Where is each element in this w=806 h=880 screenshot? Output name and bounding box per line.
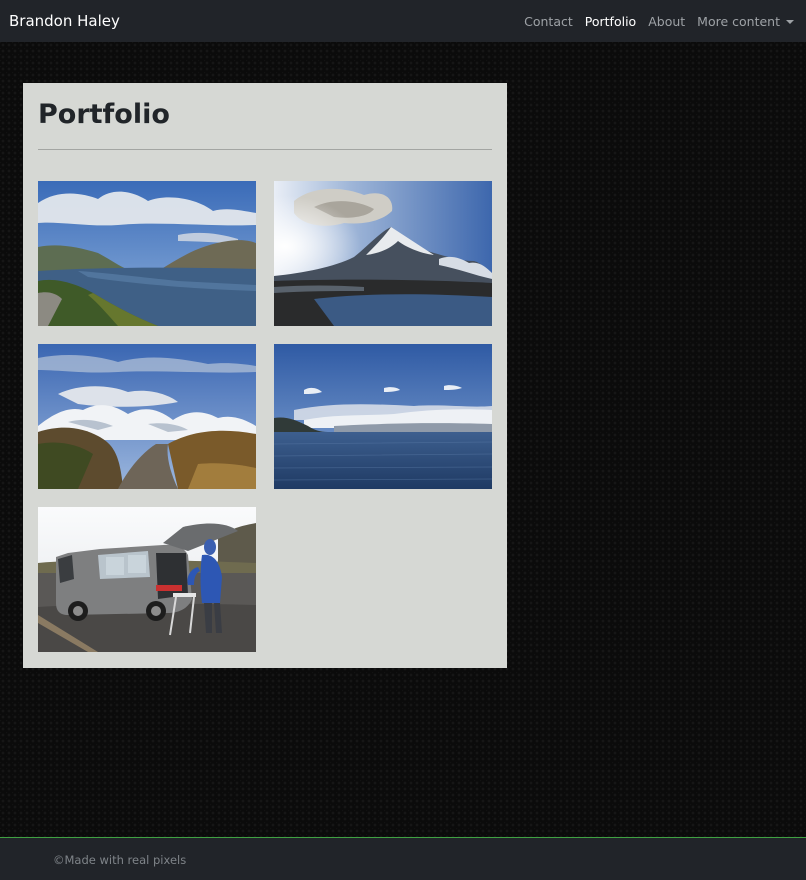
caret-down-icon — [786, 20, 794, 24]
photo-fjord-road[interactable] — [38, 181, 256, 326]
portfolio-panel: Portfolio — [23, 83, 507, 668]
nav-dropdown-more-content[interactable]: More content — [697, 14, 794, 29]
photo-pyramid-mountain[interactable] — [274, 181, 492, 326]
title-divider — [38, 149, 492, 150]
footer-text: ©Made with real pixels — [53, 853, 187, 867]
nav-link-portfolio[interactable]: Portfolio — [585, 14, 636, 29]
nav-dropdown-label: More content — [697, 14, 780, 29]
photo-camper-van-image — [38, 507, 256, 652]
brand-link[interactable]: Brandon Haley — [9, 12, 120, 30]
nav-links: Contact Portfolio About More content — [512, 14, 794, 29]
photo-snowy-mountain-road[interactable] — [38, 344, 256, 489]
nav-link-about[interactable]: About — [648, 14, 685, 29]
nav-link-contact[interactable]: Contact — [524, 14, 573, 29]
photo-lake-snowy-range[interactable] — [274, 344, 492, 489]
photo-snowy-mountain-road-image — [38, 344, 256, 489]
photo-camper-van[interactable] — [38, 507, 256, 652]
photo-fjord-road-image — [38, 181, 256, 326]
photo-pyramid-mountain-image — [274, 181, 492, 326]
footer: ©Made with real pixels — [0, 837, 806, 880]
photo-lake-snowy-range-image — [274, 344, 492, 489]
navbar: Brandon Haley Contact Portfolio About Mo… — [0, 0, 806, 42]
page-title: Portfolio — [38, 99, 170, 130]
